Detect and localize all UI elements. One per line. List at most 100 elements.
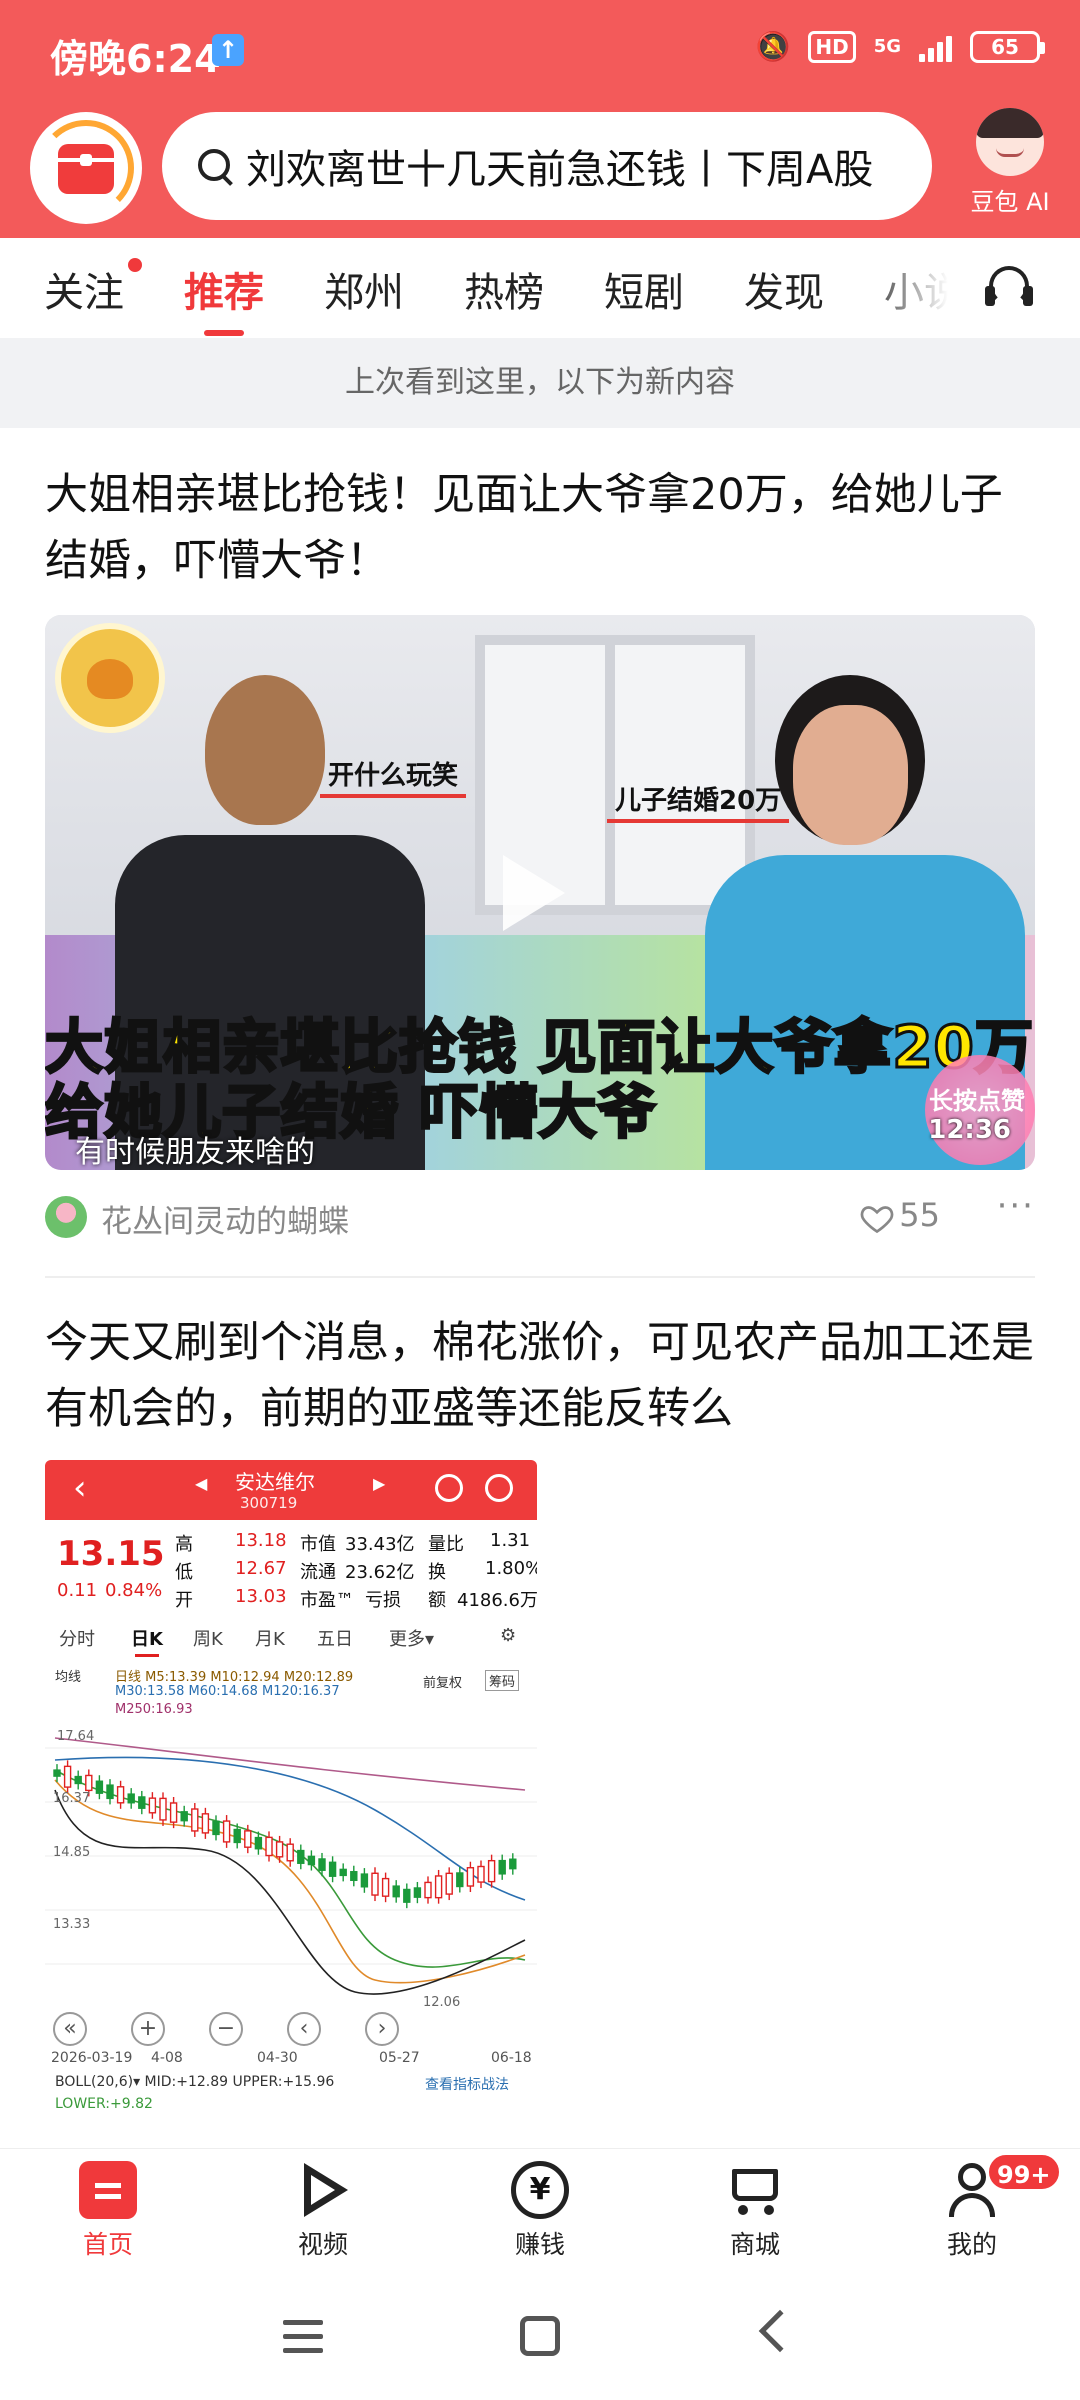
follow-dot bbox=[128, 258, 142, 272]
candle bbox=[434, 1875, 443, 1899]
more-icon[interactable]: ··· bbox=[997, 1186, 1035, 1226]
search-text: 刘欢离世十几天前急还钱丨下周A股 bbox=[246, 147, 874, 193]
upload-icon: ↑ bbox=[212, 34, 244, 66]
tab-recommend[interactable]: 推荐 bbox=[184, 260, 264, 336]
candle bbox=[350, 1871, 358, 1882]
candle bbox=[286, 1843, 294, 1862]
stock-header: ‹ ◀ 安达维尔 300719 ▶ bbox=[45, 1460, 537, 1520]
quote-key: 换 bbox=[428, 1562, 446, 1583]
quote-value: 1.80% bbox=[485, 1558, 537, 1579]
home-button-icon[interactable] bbox=[520, 2316, 560, 2356]
zoom-out-icon: − bbox=[209, 2012, 243, 2046]
tab-weekly-k: 周K bbox=[193, 1629, 223, 1650]
like-count: 55 bbox=[899, 1196, 940, 1234]
status-time: 傍晚6:24 bbox=[50, 37, 221, 81]
candle bbox=[254, 1836, 263, 1850]
y-tick: 13.33 bbox=[53, 1917, 90, 1932]
y-tick: 12.06 bbox=[423, 1995, 460, 2008]
settings-icon: ⚙ bbox=[500, 1625, 517, 1646]
back-button-icon[interactable] bbox=[758, 2309, 802, 2353]
quote-key: 市盈™ bbox=[300, 1590, 354, 1611]
headset-icon[interactable] bbox=[985, 262, 1033, 310]
refresh-notice: 上次看到这里，以下为新内容 bbox=[0, 338, 1080, 428]
stock-code: 300719 bbox=[240, 1494, 298, 1512]
tab-intraday: 分时 bbox=[59, 1629, 95, 1650]
video-subtitle: 有时候朋友来啥的 bbox=[75, 1135, 315, 1170]
candle bbox=[106, 1784, 114, 1800]
y-axis-labels: 17.64 16.37 14.85 13.33 12.06 bbox=[53, 1730, 460, 2008]
candle bbox=[148, 1797, 157, 1814]
tab-five-day: 五日 bbox=[317, 1629, 353, 1650]
app-header: 傍晚6:24 ↑ 🔕 HD 5G 65 刘欢离世十几天前急还钱丨下周A股 豆包 … bbox=[0, 0, 1080, 238]
stock-name: 安达维尔 bbox=[235, 1470, 315, 1494]
candle bbox=[63, 1765, 72, 1788]
tab-zhengzhou[interactable]: 郑州 bbox=[324, 260, 404, 318]
video-thumbnail[interactable]: 开什么玩笑 儿子结婚20万 大姐相亲堪比抢钱 见面让大爷拿20万 给她儿子结婚 … bbox=[45, 615, 1035, 1170]
channel-badge-icon bbox=[55, 623, 165, 733]
quote-value: 亏损 bbox=[365, 1590, 401, 1611]
home-icon bbox=[79, 2161, 137, 2219]
nav-home[interactable]: 首页 bbox=[33, 2161, 183, 2261]
author-avatar[interactable] bbox=[45, 1196, 87, 1238]
ma-line-1: 日线 M5:13.39 M10:12.94 M20:12.89 bbox=[115, 1670, 354, 1685]
candle bbox=[381, 1877, 390, 1897]
tab-short-drama[interactable]: 短剧 bbox=[604, 260, 684, 318]
stock-chart-image[interactable]: ‹ ◀ 安达维尔 300719 ▶ 13.15 0.11 0.84% 高 13.… bbox=[45, 1460, 537, 2122]
post-title[interactable]: 大姐相亲堪比抢钱！见面让大爷拿20万，给她儿子结婚，吓懵大爷！ bbox=[45, 462, 1035, 594]
like-tip: 长按点赞 bbox=[929, 1087, 1025, 1115]
candle bbox=[487, 1859, 496, 1883]
candle bbox=[95, 1780, 104, 1794]
candle bbox=[456, 1872, 464, 1888]
candle bbox=[265, 1836, 273, 1857]
video-icon bbox=[294, 2161, 352, 2219]
cart-icon bbox=[726, 2161, 784, 2219]
tab-discover[interactable]: 发现 bbox=[744, 260, 824, 318]
quote-key: 开 bbox=[175, 1590, 193, 1611]
like-icon[interactable] bbox=[859, 1200, 895, 1236]
search-bar[interactable]: 刘欢离世十几天前急还钱丨下周A股 bbox=[162, 112, 932, 220]
quote-value: 23.62亿 bbox=[345, 1562, 415, 1583]
y-tick: 16.37 bbox=[53, 1791, 90, 1806]
video-tag-right: 儿子结婚20万 bbox=[607, 780, 790, 823]
candle bbox=[74, 1775, 82, 1785]
tab-hot[interactable]: 热榜 bbox=[464, 260, 544, 318]
x-tick: 04-30 bbox=[257, 2050, 298, 2066]
play-icon[interactable] bbox=[503, 855, 565, 931]
candle bbox=[169, 1802, 178, 1823]
yuan-icon: ¥ bbox=[511, 2161, 569, 2219]
app-logo[interactable] bbox=[30, 112, 142, 224]
chart-period-tabs: 分时 日K 周K 月K 五日 更多▾ ⚙ bbox=[45, 1625, 537, 1659]
candle bbox=[328, 1861, 337, 1877]
boll-indicator: BOLL(20,6)▾ MID:+12.89 UPPER:+15.96 bbox=[55, 2074, 335, 2090]
candle bbox=[424, 1881, 432, 1899]
zoom-in-icon: + bbox=[131, 2012, 165, 2046]
candle bbox=[212, 1820, 220, 1836]
adjust-label: 前复权 bbox=[423, 1676, 463, 1691]
video-duration: 12:36 bbox=[928, 1115, 1011, 1145]
doubao-ai-button[interactable]: 豆包 AI bbox=[955, 108, 1065, 226]
search-icon bbox=[196, 147, 234, 185]
nav-mall[interactable]: 商城 bbox=[680, 2161, 830, 2261]
candle bbox=[138, 1796, 146, 1809]
tab-daily-k: 日K bbox=[131, 1625, 163, 1657]
nav-video[interactable]: 视频 bbox=[248, 2161, 398, 2261]
quote-key: 市值 bbox=[300, 1534, 336, 1555]
kline-chart: 17.64 16.37 14.85 13.33 12.06 bbox=[45, 1730, 537, 2008]
tab-fade bbox=[860, 238, 970, 338]
nav-earn[interactable]: ¥ 赚钱 bbox=[465, 2161, 615, 2261]
ma-toggle: 均线 bbox=[55, 1670, 82, 1685]
status-bar: 傍晚6:24 ↑ 🔕 HD 5G 65 bbox=[0, 0, 1080, 100]
candle bbox=[191, 1808, 199, 1832]
y-tick: 17.64 bbox=[57, 1730, 94, 1744]
candle bbox=[222, 1820, 231, 1843]
recent-apps-icon[interactable] bbox=[283, 2320, 323, 2362]
candle bbox=[318, 1858, 326, 1871]
candle bbox=[360, 1873, 369, 1888]
divider bbox=[45, 1276, 1035, 1278]
candle bbox=[297, 1849, 305, 1864]
tab-follow[interactable]: 关注 bbox=[44, 260, 124, 318]
post-title[interactable]: 今天又刷到个消息，棉花涨价，可见农产品加工还是有机会的，前期的亚盛等还能反转么 bbox=[45, 1310, 1035, 1442]
y-tick: 14.85 bbox=[53, 1845, 90, 1860]
logo-box-icon bbox=[58, 144, 114, 194]
author-name[interactable]: 花丛间灵动的蝴蝶 bbox=[101, 1196, 349, 1241]
